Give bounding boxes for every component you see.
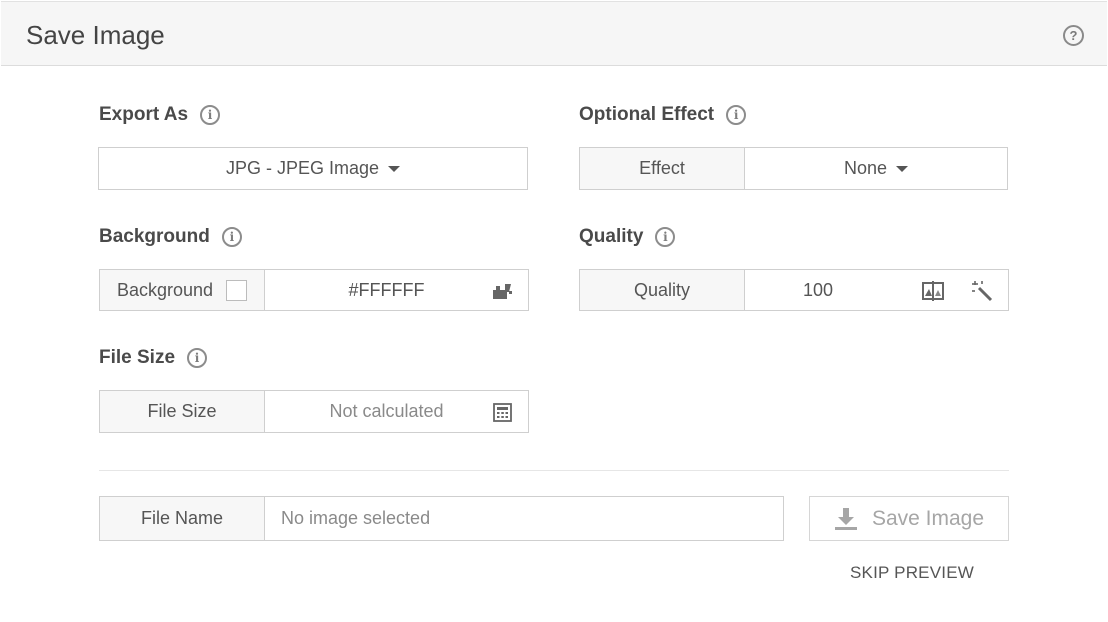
background-field-label: Background [100,270,265,310]
file-size-label: File Size [99,347,176,368]
file-size-field: File Size Not calculated [99,390,529,433]
quality-section-label: Quality i [579,226,676,248]
calculator-icon[interactable] [493,403,512,422]
file-name-field-label: File Name [100,497,265,540]
export-as-section-label: Export As i [99,104,221,126]
background-color-value: #FFFFFF [348,279,425,300]
file-name-input[interactable]: No image selected [265,497,783,540]
magic-wand-icon[interactable] [971,280,993,302]
chevron-down-icon [896,165,909,172]
dialog-title: Save Image [26,20,165,50]
dialog-header: Save Image ? [1,1,1107,66]
effect-value: None [843,158,888,178]
quality-input[interactable]: 100 [745,270,1008,310]
quality-label: Quality [579,226,644,247]
export-format-value: JPG - JPEG Image [225,158,380,178]
file-size-section-label: File Size i [99,347,208,369]
effect-select[interactable]: None [745,148,1007,189]
background-field-label-text: Background [116,279,214,300]
info-icon[interactable]: i [221,227,242,247]
file-size-field-label: File Size [100,391,265,432]
effect-field: Effect None [579,147,1008,190]
export-format-select[interactable]: JPG - JPEG Image [98,147,528,190]
export-as-label: Export As [99,104,189,125]
optional-effect-label: Optional Effect [579,104,715,125]
background-field: Background #FFFFFF [99,269,529,311]
color-picker-icon[interactable] [492,281,514,301]
file-name-placeholder: No image selected [281,508,431,528]
background-label: Background [99,226,210,247]
info-icon[interactable]: i [726,105,747,125]
file-name-field: File Name No image selected [99,496,784,541]
file-size-value: Not calculated [329,401,444,421]
chevron-down-icon [388,165,401,172]
save-image-button[interactable]: Save Image [809,496,1009,541]
section-divider [99,470,1009,471]
info-icon[interactable]: i [655,227,676,247]
optional-effect-section-label: Optional Effect i [579,104,747,126]
skip-preview-link[interactable]: SKIP PREVIEW [809,563,1015,583]
info-icon[interactable]: i [200,105,221,125]
save-image-label: Save Image [871,506,985,530]
background-checkbox[interactable] [226,279,248,301]
info-icon[interactable]: i [187,348,208,368]
download-icon [834,507,857,530]
compare-icon[interactable] [922,281,944,301]
quality-field-label: Quality [580,270,745,310]
effect-field-label: Effect [580,148,745,189]
quality-field: Quality 100 [579,269,1009,311]
background-color-input[interactable]: #FFFFFF [265,270,528,310]
question-circle-icon[interactable]: ? [1063,25,1084,46]
quality-value: 100 [803,279,834,300]
background-section-label: Background i [99,226,242,248]
file-size-display: Not calculated [265,391,528,432]
